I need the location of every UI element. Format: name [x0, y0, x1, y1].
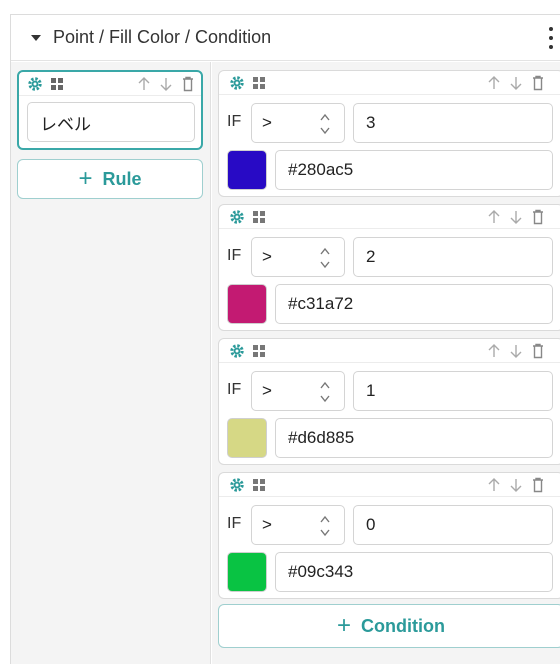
drag-handle-icon[interactable] — [251, 343, 267, 359]
select-arrows-icon — [320, 247, 330, 269]
condition-list: IF > 3 #280ac5 IF > 2 #c31a72 IF > 1 #d6… — [212, 62, 560, 664]
if-label: IF — [227, 113, 242, 130]
color-hex-field[interactable]: #280ac5 — [275, 150, 553, 190]
move-down-icon[interactable] — [509, 75, 523, 91]
add-rule-button[interactable]: + Rule — [17, 159, 203, 199]
drag-handle-icon[interactable] — [251, 75, 267, 91]
select-arrows-icon — [320, 515, 330, 537]
if-label: IF — [227, 381, 242, 398]
operator-value: > — [262, 381, 272, 400]
operator-value: > — [262, 113, 272, 132]
rule-name-field[interactable]: レベル — [27, 102, 195, 142]
color-hex-field[interactable]: #09c343 — [275, 552, 553, 592]
rule-card-toolbar — [19, 72, 201, 96]
operator-value: > — [262, 515, 272, 534]
if-label: IF — [227, 515, 242, 532]
trash-icon[interactable] — [531, 343, 545, 359]
panel-title: Point / Fill Color / Condition — [53, 27, 272, 47]
color-swatch[interactable] — [227, 552, 267, 592]
move-up-icon[interactable] — [487, 477, 501, 493]
add-rule-label: Rule — [102, 168, 142, 189]
move-down-icon[interactable] — [509, 343, 523, 359]
trash-icon[interactable] — [531, 209, 545, 225]
plus-icon: + — [337, 612, 352, 639]
condition-value-field[interactable]: 0 — [353, 505, 553, 545]
trash-icon[interactable] — [531, 477, 545, 493]
drag-handle-icon[interactable] — [251, 477, 267, 493]
operator-value: > — [262, 247, 272, 266]
color-swatch[interactable] — [227, 284, 267, 324]
condition-value-field[interactable]: 2 — [353, 237, 553, 277]
condition-card[interactable]: IF > 1 #d6d885 — [218, 338, 560, 465]
color-swatch[interactable] — [227, 150, 267, 190]
move-up-icon[interactable] — [137, 76, 151, 92]
condition-value-field[interactable]: 1 — [353, 371, 553, 411]
gear-icon[interactable] — [229, 209, 245, 225]
operator-select[interactable]: > — [251, 237, 345, 277]
panel-body: レベル + Rule IF > 3 #280ac5 IF > 2 #c31a72… — [11, 62, 560, 664]
condition-panel: Point / Fill Color / Condition レベル + Rul… — [10, 14, 560, 664]
condition-card[interactable]: IF > 2 #c31a72 — [218, 204, 560, 331]
condition-card[interactable]: IF > 0 #09c343 — [218, 472, 560, 599]
condition-card-toolbar — [219, 473, 560, 497]
rule-card[interactable]: レベル — [17, 70, 203, 150]
condition-card-toolbar — [219, 71, 560, 95]
move-down-icon[interactable] — [509, 477, 523, 493]
gear-icon[interactable] — [27, 76, 43, 92]
collapse-caret-icon[interactable] — [31, 34, 41, 41]
panel-header[interactable]: Point / Fill Color / Condition — [11, 15, 560, 61]
drag-handle-icon[interactable] — [49, 76, 65, 92]
operator-select[interactable]: > — [251, 103, 345, 143]
condition-value-field[interactable]: 3 — [353, 103, 553, 143]
move-down-icon[interactable] — [509, 209, 523, 225]
if-label: IF — [227, 247, 242, 264]
move-up-icon[interactable] — [487, 209, 501, 225]
condition-card[interactable]: IF > 3 #280ac5 — [218, 70, 560, 197]
select-arrows-icon — [320, 381, 330, 403]
color-hex-field[interactable]: #c31a72 — [275, 284, 553, 324]
plus-icon: + — [78, 165, 93, 192]
select-arrows-icon — [320, 113, 330, 135]
trash-icon[interactable] — [531, 75, 545, 91]
color-hex-field[interactable]: #d6d885 — [275, 418, 553, 458]
add-condition-button[interactable]: + Condition — [218, 604, 560, 648]
trash-icon[interactable] — [181, 76, 195, 92]
move-up-icon[interactable] — [487, 343, 501, 359]
gear-icon[interactable] — [229, 477, 245, 493]
condition-card-toolbar — [219, 339, 560, 363]
add-condition-label: Condition — [361, 615, 445, 636]
operator-select[interactable]: > — [251, 371, 345, 411]
move-up-icon[interactable] — [487, 75, 501, 91]
condition-card-toolbar — [219, 205, 560, 229]
drag-handle-icon[interactable] — [251, 209, 267, 225]
rule-list: レベル + Rule — [11, 62, 211, 664]
gear-icon[interactable] — [229, 343, 245, 359]
kebab-menu-icon[interactable] — [548, 27, 554, 49]
operator-select[interactable]: > — [251, 505, 345, 545]
move-down-icon[interactable] — [159, 76, 173, 92]
color-swatch[interactable] — [227, 418, 267, 458]
gear-icon[interactable] — [229, 75, 245, 91]
